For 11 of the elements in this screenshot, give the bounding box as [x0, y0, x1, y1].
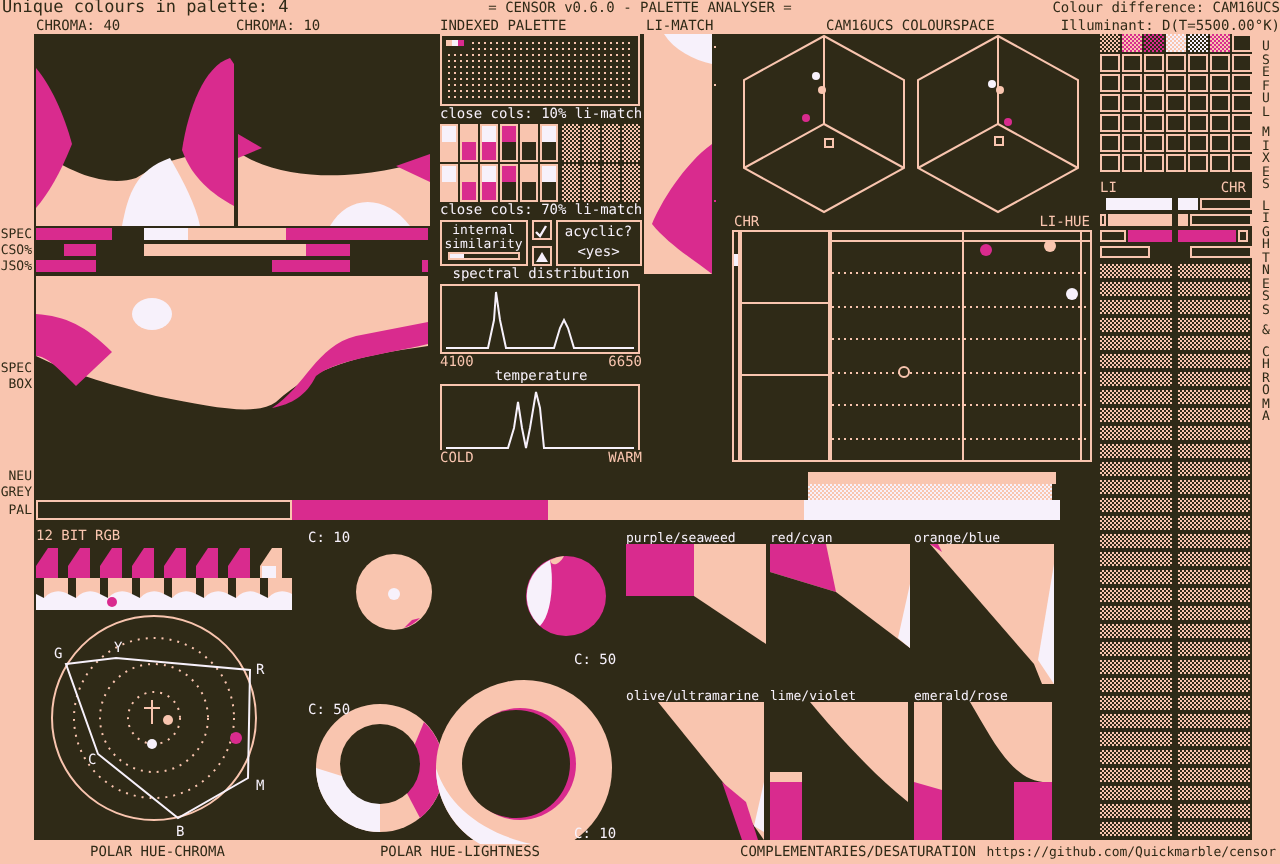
complementary-drawing: [770, 544, 910, 684]
palette-count: Unique colours in palette: 4: [0, 0, 291, 18]
complementary-drawing: [914, 544, 1054, 684]
hue-lightness-disc: [356, 554, 432, 630]
hue-lightness-disc: [526, 556, 606, 636]
complementary-drawing: [770, 702, 910, 840]
checkbox[interactable]: [531, 220, 552, 240]
triangle-button[interactable]: [531, 246, 552, 266]
complementary-drawing: [914, 702, 1054, 840]
checkmark-icon: [534, 223, 549, 237]
triangle-icon: [535, 251, 548, 261]
